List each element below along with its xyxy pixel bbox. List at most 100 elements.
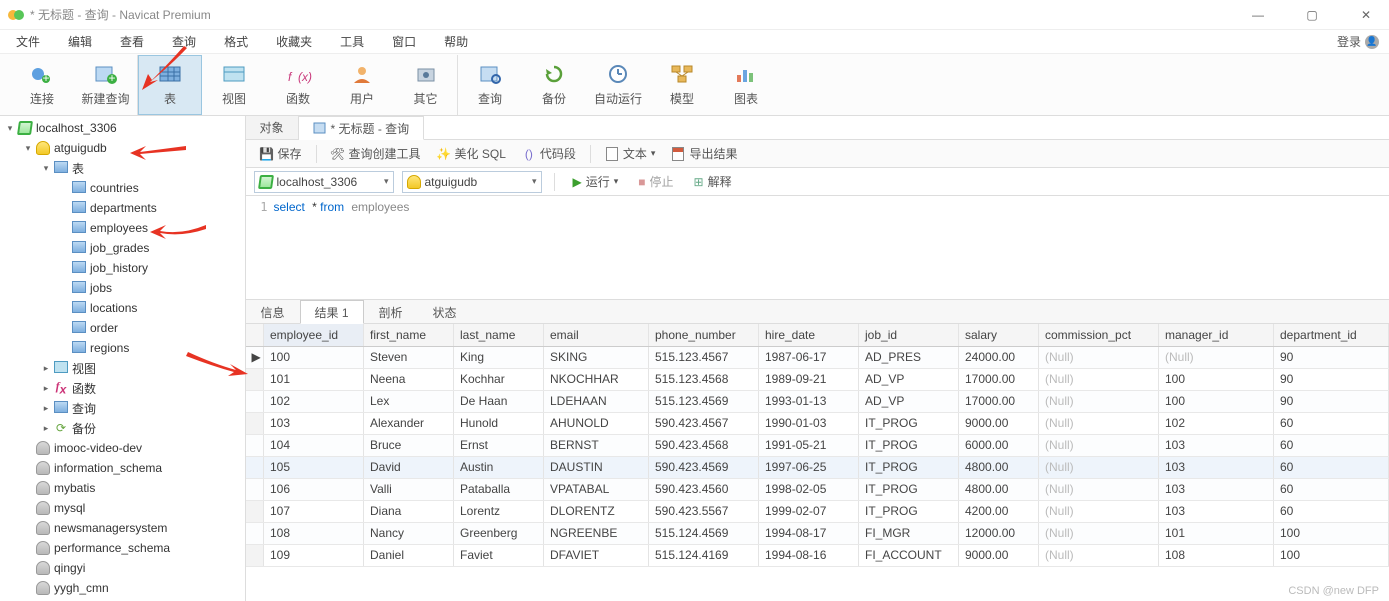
- cell[interactable]: 60: [1274, 434, 1389, 456]
- cell[interactable]: 104: [264, 434, 364, 456]
- table-row[interactable]: 105DavidAustinDAUSTIN590.423.45691997-06…: [246, 456, 1389, 478]
- cell[interactable]: Kochhar: [454, 368, 544, 390]
- cell[interactable]: DLORENTZ: [544, 500, 649, 522]
- tree-node[interactable]: qingyi: [0, 558, 245, 578]
- toolbar-other[interactable]: 其它: [394, 55, 458, 115]
- tree-node[interactable]: mysql: [0, 498, 245, 518]
- result-tab[interactable]: 状态: [418, 300, 472, 323]
- cell[interactable]: Nancy: [364, 522, 454, 544]
- tree-node[interactable]: job_grades: [0, 238, 245, 258]
- tree-node[interactable]: jobs: [0, 278, 245, 298]
- col-header[interactable]: salary: [959, 324, 1039, 346]
- toolbar-user[interactable]: 用户: [330, 55, 394, 115]
- menu-tools[interactable]: 工具: [328, 31, 376, 52]
- cell[interactable]: 100: [264, 346, 364, 368]
- cell[interactable]: 1987-06-17: [759, 346, 859, 368]
- tree-node[interactable]: locations: [0, 298, 245, 318]
- cell[interactable]: Diana: [364, 500, 454, 522]
- result-tab[interactable]: 信息: [246, 300, 300, 323]
- cell[interactable]: 12000.00: [959, 522, 1039, 544]
- cell[interactable]: NGREENBE: [544, 522, 649, 544]
- cell[interactable]: (Null): [1039, 368, 1159, 390]
- cell[interactable]: 109: [264, 544, 364, 566]
- cell[interactable]: 515.123.4569: [649, 390, 759, 412]
- cell[interactable]: Neena: [364, 368, 454, 390]
- cell[interactable]: FI_ACCOUNT: [859, 544, 959, 566]
- cell[interactable]: AD_VP: [859, 368, 959, 390]
- tree-node[interactable]: countries: [0, 178, 245, 198]
- cell[interactable]: 590.423.5567: [649, 500, 759, 522]
- cell[interactable]: 590.423.4569: [649, 456, 759, 478]
- cell[interactable]: 1993-01-13: [759, 390, 859, 412]
- cell[interactable]: 4200.00: [959, 500, 1039, 522]
- cell[interactable]: 1999-02-07: [759, 500, 859, 522]
- toolbar-newquery[interactable]: +新建查询: [74, 55, 138, 115]
- cell[interactable]: (Null): [1039, 544, 1159, 566]
- toolbar-plug[interactable]: +连接: [10, 55, 74, 115]
- cell[interactable]: IT_PROG: [859, 478, 959, 500]
- cell[interactable]: 108: [264, 522, 364, 544]
- cell[interactable]: 515.123.4567: [649, 346, 759, 368]
- col-header[interactable]: manager_id: [1159, 324, 1274, 346]
- tree-node[interactable]: imooc-video-dev: [0, 438, 245, 458]
- cell[interactable]: 1998-02-05: [759, 478, 859, 500]
- cell[interactable]: Hunold: [454, 412, 544, 434]
- toolbar-table[interactable]: 表: [138, 55, 202, 115]
- cell[interactable]: (Null): [1159, 346, 1274, 368]
- cell[interactable]: (Null): [1039, 478, 1159, 500]
- cell[interactable]: DFAVIET: [544, 544, 649, 566]
- toolbar-auto[interactable]: 自动运行: [586, 55, 650, 115]
- result-tab[interactable]: 剖析: [364, 300, 418, 323]
- cell[interactable]: 60: [1274, 412, 1389, 434]
- col-header[interactable]: commission_pct: [1039, 324, 1159, 346]
- table-row[interactable]: 103AlexanderHunoldAHUNOLD590.423.4567199…: [246, 412, 1389, 434]
- table-row[interactable]: 101NeenaKochharNKOCHHAR515.123.45681989-…: [246, 368, 1389, 390]
- twist-icon[interactable]: ▸: [40, 423, 52, 434]
- cell[interactable]: BERNST: [544, 434, 649, 456]
- connection-select[interactable]: localhost_3306 ▾: [254, 171, 394, 193]
- database-select[interactable]: atguigudb ▾: [402, 171, 542, 193]
- menu-format[interactable]: 格式: [212, 31, 260, 52]
- menu-edit[interactable]: 编辑: [56, 31, 104, 52]
- table-row[interactable]: 102LexDe HaanLDEHAAN515.123.45691993-01-…: [246, 390, 1389, 412]
- builder-button[interactable]: 🛠查询创建工具: [325, 143, 427, 164]
- cell[interactable]: 100: [1274, 522, 1389, 544]
- table-row[interactable]: 104BruceErnstBERNST590.423.45681991-05-2…: [246, 434, 1389, 456]
- twist-icon[interactable]: ▸: [40, 363, 52, 374]
- tree-node[interactable]: ▸视图: [0, 358, 245, 378]
- cell[interactable]: 17000.00: [959, 368, 1039, 390]
- cell[interactable]: 103: [264, 412, 364, 434]
- cell[interactable]: De Haan: [454, 390, 544, 412]
- col-header[interactable]: employee_id: [264, 324, 364, 346]
- cell[interactable]: (Null): [1039, 522, 1159, 544]
- cell[interactable]: Steven: [364, 346, 454, 368]
- cell[interactable]: 515.124.4569: [649, 522, 759, 544]
- col-header[interactable]: department_id: [1274, 324, 1389, 346]
- cell[interactable]: 103: [1159, 434, 1274, 456]
- cell[interactable]: AD_PRES: [859, 346, 959, 368]
- cell[interactable]: 103: [1159, 456, 1274, 478]
- cell[interactable]: 102: [1159, 412, 1274, 434]
- menu-file[interactable]: 文件: [4, 31, 52, 52]
- cell[interactable]: 1994-08-17: [759, 522, 859, 544]
- cell[interactable]: 9000.00: [959, 544, 1039, 566]
- cell[interactable]: (Null): [1039, 412, 1159, 434]
- tree-node[interactable]: regions: [0, 338, 245, 358]
- cell[interactable]: FI_MGR: [859, 522, 959, 544]
- tree-node[interactable]: ▸备份: [0, 418, 245, 438]
- cell[interactable]: 108: [1159, 544, 1274, 566]
- cell[interactable]: 105: [264, 456, 364, 478]
- cell[interactable]: David: [364, 456, 454, 478]
- tree-node[interactable]: job_history: [0, 258, 245, 278]
- tree-node[interactable]: newsmanagersystem: [0, 518, 245, 538]
- text-button[interactable]: 文本 ▾: [599, 143, 662, 164]
- result-grid[interactable]: employee_idfirst_namelast_nameemailphone…: [246, 324, 1389, 601]
- toolbar-view[interactable]: 视图: [202, 55, 266, 115]
- content-tab[interactable]: * 无标题 - 查询: [299, 116, 425, 140]
- toolbar-chart[interactable]: 图表: [714, 55, 778, 115]
- cell[interactable]: Daniel: [364, 544, 454, 566]
- cell[interactable]: AD_VP: [859, 390, 959, 412]
- cell[interactable]: Alexander: [364, 412, 454, 434]
- cell[interactable]: 90: [1274, 390, 1389, 412]
- cell[interactable]: IT_PROG: [859, 500, 959, 522]
